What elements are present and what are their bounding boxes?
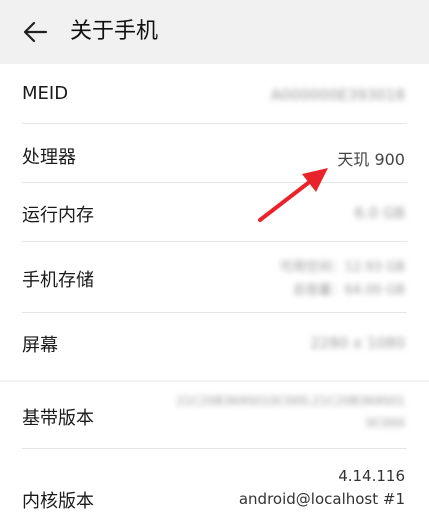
row-storage[interactable]: 手机存储 可用空间：12.93 GB 总容量：64.00 GB xyxy=(0,242,429,312)
row-screen[interactable]: 屏幕 2280 x 1080 xyxy=(0,313,429,373)
row-label: 手机存储 xyxy=(22,270,94,291)
page-title: 关于手机 xyxy=(70,19,159,44)
row-label: 基带版本 xyxy=(22,408,94,429)
baseband-value-line1: 21C20B369S010C000,21C20B369S01 xyxy=(176,394,405,408)
ram-value: 6.0 GB xyxy=(354,204,405,222)
row-label: 内核版本 xyxy=(22,491,94,512)
row-label: MEID xyxy=(22,83,69,104)
row-label: 处理器 xyxy=(22,147,76,168)
baseband-value-line2: 0C000 xyxy=(366,416,405,430)
kernel-value-line2: android@localhost #1 xyxy=(238,490,405,508)
row-processor[interactable]: 处理器 天玑 900 xyxy=(0,124,429,182)
info-card-main: MEID A000000E393018 处理器 天玑 900 运行内存 6.0 … xyxy=(0,64,429,380)
row-label: 屏幕 xyxy=(22,335,58,356)
storage-total-value: 总容量：64.00 GB xyxy=(292,283,405,298)
row-meid[interactable]: MEID A000000E393018 xyxy=(0,64,429,123)
processor-value: 天玑 900 xyxy=(337,150,405,169)
app-header: 关于手机 xyxy=(0,0,429,64)
arrow-left-icon[interactable] xyxy=(22,20,48,44)
meid-value: A000000E393018 xyxy=(270,86,405,104)
kernel-value-line1: 4.14.116 xyxy=(338,467,405,485)
row-ram[interactable]: 运行内存 6.0 GB xyxy=(0,183,429,241)
info-card-versions: 基带版本 21C20B369S010C000,21C20B369S01 0C00… xyxy=(0,382,429,514)
red-arrow-annotation xyxy=(258,168,328,222)
row-label: 运行内存 xyxy=(22,205,94,226)
screen-value: 2280 x 1080 xyxy=(310,334,405,352)
row-baseband[interactable]: 基带版本 21C20B369S010C000,21C20B369S01 0C00… xyxy=(0,382,429,448)
row-kernel[interactable]: 内核版本 4.14.116 android@localhost #1 xyxy=(0,449,429,514)
storage-available-value: 可用空间：12.93 GB xyxy=(279,260,405,275)
